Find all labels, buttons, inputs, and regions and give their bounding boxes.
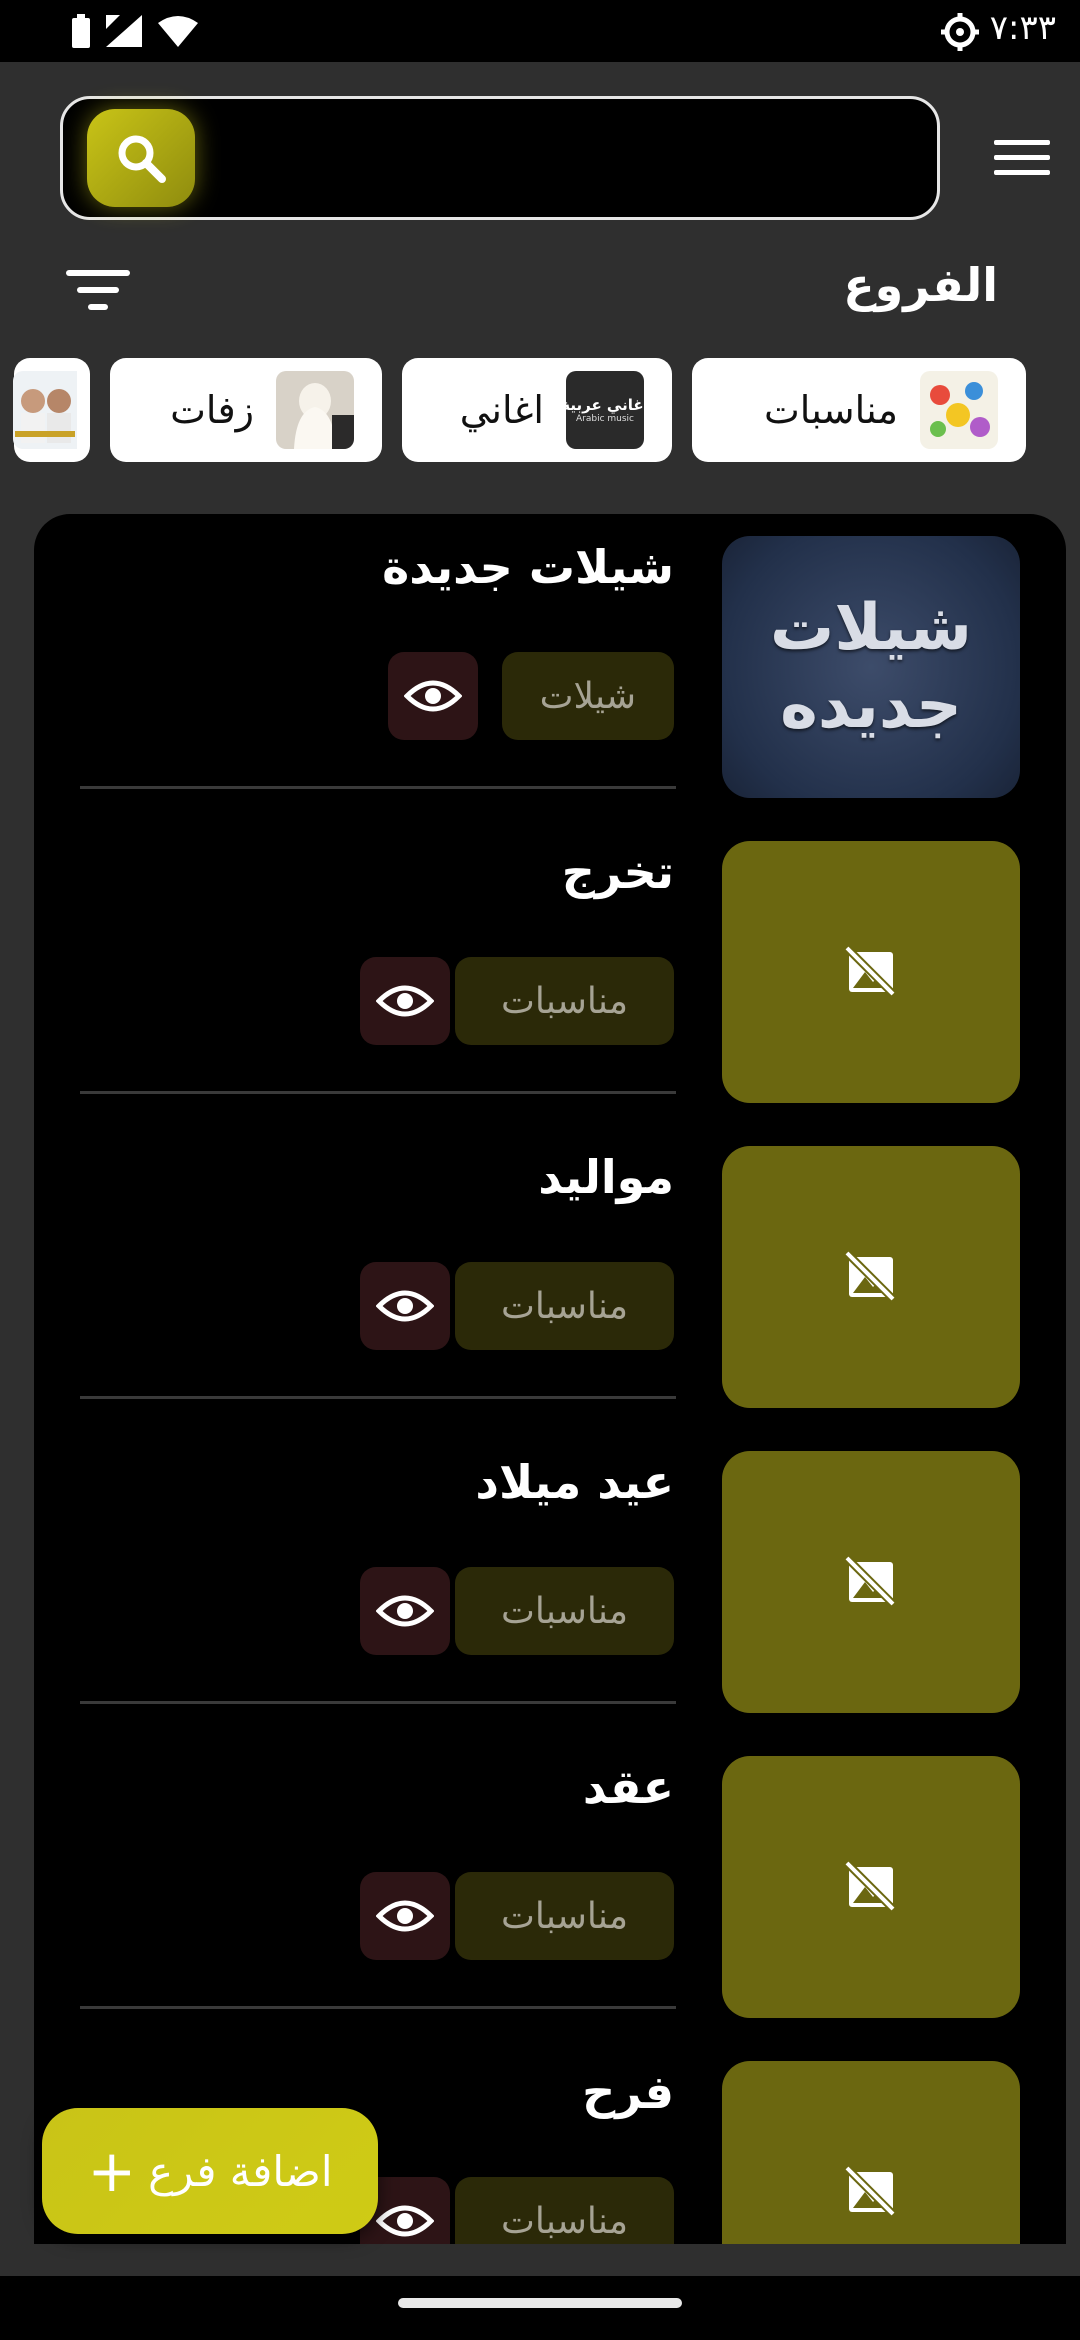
- eye-icon: [376, 2205, 434, 2237]
- arabic-music-thumb-subtitle: Arabic music: [575, 414, 634, 424]
- branch-row[interactable]: تخرج مناسبات: [34, 819, 1066, 1124]
- branches-list: شيلات جديده شيلات جديدة شيلات تخرج مناسب…: [34, 514, 1066, 2244]
- divider: [80, 1396, 676, 1399]
- branch-thumbnail-placeholder: [722, 841, 1020, 1103]
- branch-title: عقد: [582, 1760, 674, 1814]
- branch-thumbnail-placeholder: [722, 1451, 1020, 1713]
- eye-icon: [376, 1595, 434, 1627]
- status-time: ٧:٣٣: [989, 8, 1056, 48]
- no-image-icon: [845, 1556, 898, 1609]
- branch-title: شيلات جديدة: [382, 540, 674, 594]
- divider: [80, 786, 676, 789]
- thumbnail-text-line: شيلات: [770, 591, 972, 665]
- arabic-music-thumb-title: اغاني عربية: [566, 396, 644, 414]
- branch-category-tag[interactable]: مناسبات: [454, 1872, 674, 1960]
- branch-title: تخرج: [561, 845, 674, 899]
- category-chip-weddings[interactable]: زفات: [110, 358, 382, 462]
- branch-thumbnail-placeholder: [722, 2061, 1020, 2244]
- branch-thumbnail-image: شيلات جديده: [722, 536, 1020, 798]
- branch-row[interactable]: شيلات جديده شيلات جديدة شيلات: [34, 514, 1066, 819]
- branch-category-tag[interactable]: مناسبات: [454, 957, 674, 1045]
- no-image-icon: [845, 1861, 898, 1914]
- add-branch-label: اضافة فرع: [148, 2146, 333, 2196]
- branch-title: مواليد: [538, 1150, 674, 1204]
- eye-icon: [404, 680, 462, 712]
- add-branch-button[interactable]: اضافة فرع +: [42, 2108, 378, 2234]
- branch-category-tag[interactable]: مناسبات: [454, 1262, 674, 1350]
- eye-icon: [376, 985, 434, 1017]
- plus-icon: +: [87, 2137, 137, 2205]
- filter-icon[interactable]: [66, 270, 130, 320]
- branch-thumbnail-placeholder: [722, 1146, 1020, 1408]
- status-icons: [72, 14, 198, 48]
- category-chip-label: مناسبات: [763, 388, 898, 432]
- battery-icon: [72, 14, 90, 48]
- branch-row[interactable]: مواليد مناسبات: [34, 1124, 1066, 1429]
- branch-category-tag[interactable]: مناسبات: [454, 2177, 674, 2244]
- branch-title: فرح: [582, 2065, 674, 2119]
- people-image: [13, 371, 91, 449]
- view-button[interactable]: [360, 1262, 450, 1350]
- no-image-icon: [845, 946, 898, 999]
- branch-category-tag[interactable]: مناسبات: [454, 1567, 674, 1655]
- category-chip-more[interactable]: [13, 358, 91, 462]
- search-button[interactable]: [87, 109, 195, 207]
- home-gesture-handle[interactable]: [398, 2298, 682, 2308]
- category-chip-label: اغاني: [459, 388, 544, 432]
- category-chip-songs[interactable]: اغاني اغاني عربية Arabic music: [402, 358, 672, 462]
- arabic-music-image: اغاني عربية Arabic music: [566, 371, 644, 449]
- search-icon: [118, 135, 166, 183]
- no-image-icon: [845, 2166, 898, 2219]
- settings-status-icon: [941, 13, 979, 51]
- category-chip-occasions[interactable]: مناسبات: [692, 358, 1026, 462]
- view-button[interactable]: [388, 652, 478, 740]
- view-button[interactable]: [360, 1872, 450, 1960]
- branch-thumbnail-placeholder: [722, 1756, 1020, 2018]
- branch-title: عيد ميلاد: [475, 1455, 674, 1509]
- category-chip-label: زفات: [170, 388, 254, 432]
- signal-icon: [106, 15, 142, 47]
- wifi-icon: [158, 16, 198, 47]
- section-title: الفروع: [843, 258, 998, 312]
- category-chips: مناسبات اغاني اغاني عربية Arabic music ز…: [0, 358, 1080, 464]
- branch-category-tag[interactable]: شيلات: [501, 652, 674, 740]
- view-button[interactable]: [360, 957, 450, 1045]
- no-image-icon: [845, 1251, 898, 1304]
- divider: [80, 1701, 676, 1704]
- thumbnail-text-line: جديده: [780, 669, 962, 743]
- view-button[interactable]: [360, 1567, 450, 1655]
- hamburger-menu-icon[interactable]: [994, 140, 1050, 180]
- divider: [80, 1091, 676, 1094]
- eye-icon: [376, 1290, 434, 1322]
- branch-row[interactable]: عيد ميلاد مناسبات: [34, 1429, 1066, 1734]
- wedding-image: [276, 371, 354, 449]
- branch-row[interactable]: عقد مناسبات: [34, 1734, 1066, 2039]
- system-nav-bar: [0, 2276, 1080, 2340]
- divider: [80, 2006, 676, 2009]
- status-bar: ٧:٣٣: [0, 0, 1080, 62]
- search-field[interactable]: [60, 96, 940, 220]
- party-image: [920, 371, 998, 449]
- eye-icon: [376, 1900, 434, 1932]
